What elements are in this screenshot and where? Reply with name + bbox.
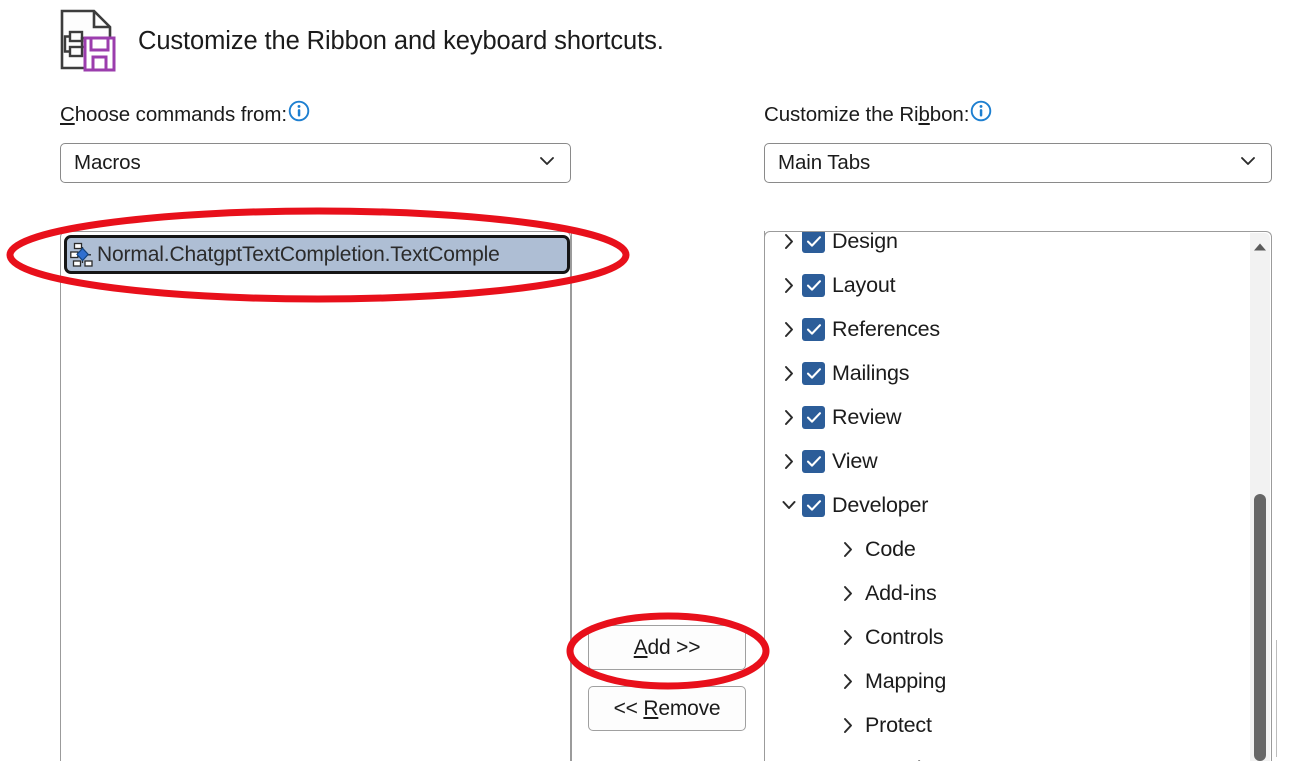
tree-item-layout[interactable]: Layout	[765, 263, 1271, 307]
remove-button-label: emove	[658, 697, 720, 720]
accel-letter: b	[918, 103, 929, 126]
add-button-label: dd >>	[648, 636, 701, 659]
tree-item-label: Add-ins	[865, 581, 937, 606]
chevron-right-icon[interactable]	[835, 629, 861, 646]
page-title: Customize the Ribbon and keyboard shortc…	[138, 27, 664, 56]
tree-item-checkbox[interactable]	[802, 362, 825, 385]
customize-the-ribbon-dropdown[interactable]: Main Tabs	[764, 143, 1272, 183]
accel-letter: C	[60, 103, 75, 126]
tree-item-design[interactable]: Design	[765, 231, 1271, 263]
remove-button[interactable]: << Remove	[588, 686, 746, 731]
customize-ribbon-text-after: bon:	[930, 103, 970, 126]
tree-item-label: Layout	[832, 273, 895, 298]
tree-item-mapping[interactable]: Mapping	[765, 659, 1271, 703]
tree-item-code[interactable]: Code	[765, 527, 1271, 571]
tree-item-label: View	[832, 449, 877, 474]
tree-item-developer[interactable]: Developer	[765, 483, 1271, 527]
tree-item-label: Review	[832, 405, 901, 430]
tree-item-label: Code	[865, 537, 916, 562]
choose-commands-from-text: hoose commands from:	[75, 103, 287, 126]
chevron-right-icon[interactable]	[776, 409, 802, 426]
chevron-right-icon[interactable]	[776, 277, 802, 294]
info-circle-icon[interactable]	[288, 100, 310, 128]
tree-item-checkbox[interactable]	[802, 406, 825, 429]
info-circle-icon[interactable]	[970, 100, 992, 128]
chevron-down-icon	[1240, 154, 1256, 172]
adjacent-panel-edge	[1276, 640, 1291, 757]
tree-item-add-ins[interactable]: Add-ins	[765, 571, 1271, 615]
tree-item-label: Developer	[832, 493, 928, 518]
panel-divider-left	[571, 231, 572, 761]
tree-item-checkbox[interactable]	[802, 494, 825, 517]
tree-item-label: Mailings	[832, 361, 909, 386]
list-item-label: Normal.ChatgptTextCompletion.TextComple	[97, 243, 500, 267]
tree-item-templates[interactable]: Templates	[765, 747, 1271, 761]
tree-vertical-scrollbar[interactable]	[1250, 233, 1270, 761]
chevron-right-icon[interactable]	[776, 321, 802, 338]
tree-item-protect[interactable]: Protect	[765, 703, 1271, 747]
tree-item-label: Protect	[865, 713, 932, 738]
tree-item-checkbox[interactable]	[802, 450, 825, 473]
tree-item-mailings[interactable]: Mailings	[765, 351, 1271, 395]
tree-item-view[interactable]: View	[765, 439, 1271, 483]
chevron-right-icon[interactable]	[835, 541, 861, 558]
chevron-right-icon[interactable]	[776, 233, 802, 250]
scrollbar-thumb[interactable]	[1254, 494, 1266, 761]
tree-item-label: References	[832, 317, 940, 342]
chevron-down-icon	[539, 154, 555, 172]
tree-item-checkbox[interactable]	[802, 318, 825, 341]
tree-item-review[interactable]: Review	[765, 395, 1271, 439]
choose-commands-from-dropdown[interactable]: Macros	[60, 143, 571, 183]
add-button[interactable]: Add >>	[588, 625, 746, 670]
remove-button-prefix: <<	[614, 697, 644, 720]
chevron-right-icon[interactable]	[835, 585, 861, 602]
choose-commands-from-value: Macros	[74, 151, 539, 175]
accel-letter: R	[643, 697, 658, 720]
tree-item-label: Mapping	[865, 669, 946, 694]
chevron-right-icon[interactable]	[776, 453, 802, 470]
chevron-down-icon[interactable]	[776, 499, 802, 511]
tree-root: Design Layout References Mailings Review View…	[765, 231, 1271, 761]
customize-ribbon-text-before: Customize the Ri	[764, 103, 918, 126]
chevron-right-icon[interactable]	[835, 673, 861, 690]
customize-the-ribbon-label: Customize the Ribbon:	[764, 103, 992, 131]
tree-item-controls[interactable]: Controls	[765, 615, 1271, 659]
tree-item-label: Controls	[865, 625, 943, 650]
ribbon-tabs-tree[interactable]: Design Layout References Mailings Review View…	[764, 231, 1272, 761]
tree-item-label: Design	[832, 231, 898, 254]
tree-item-checkbox[interactable]	[802, 231, 825, 253]
chevron-right-icon[interactable]	[835, 717, 861, 734]
list-item[interactable]: Normal.ChatgptTextCompletion.TextComple	[64, 235, 570, 274]
accel-letter: A	[634, 636, 648, 659]
tree-item-references[interactable]: References	[765, 307, 1271, 351]
customize-the-ribbon-value: Main Tabs	[778, 151, 1240, 175]
scroll-up-button[interactable]	[1250, 239, 1270, 257]
triangle-up-icon	[1253, 239, 1267, 257]
commands-listbox[interactable]: Normal.ChatgptTextCompletion.TextComple	[60, 231, 571, 761]
choose-commands-from-label: Choose commands from:	[60, 103, 310, 131]
chevron-right-icon[interactable]	[776, 365, 802, 382]
tree-item-checkbox[interactable]	[802, 274, 825, 297]
macro-diamond-icon	[70, 242, 96, 268]
macro-document-save-icon	[58, 8, 118, 74]
tree-item-label: Templates	[865, 757, 961, 761]
page-header: Customize the Ribbon and keyboard shortc…	[58, 8, 664, 74]
